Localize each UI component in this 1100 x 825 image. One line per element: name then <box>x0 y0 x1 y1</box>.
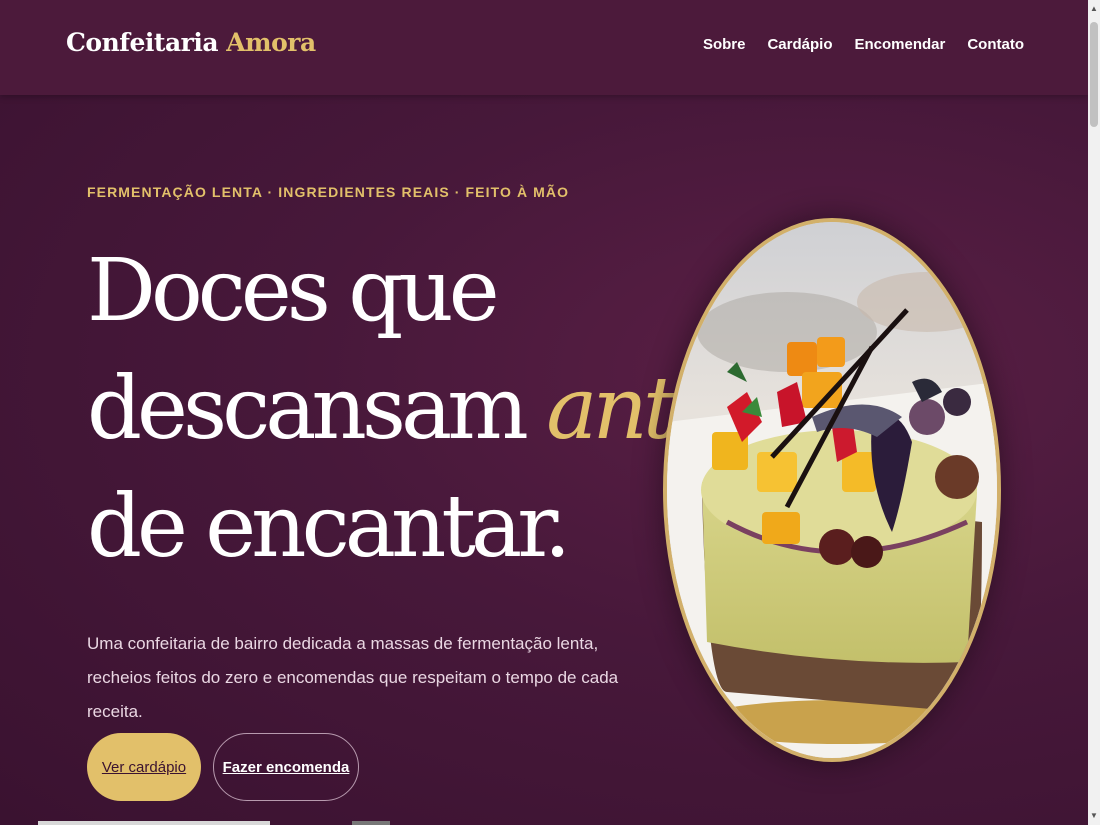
vertical-scrollbar[interactable]: ▲ ▼ <box>1088 0 1100 825</box>
nav-link-cardapio[interactable]: Cardápio <box>767 36 832 53</box>
scrollbar-thumb[interactable] <box>1090 22 1098 127</box>
navbar: Confeitaria Amora Sobre Cardápio Encomen… <box>0 0 1088 95</box>
nav-link-encomendar[interactable]: Encomendar <box>854 36 945 53</box>
hero-cake-image <box>663 218 1001 762</box>
brand-logo[interactable]: Confeitaria Amora <box>66 28 316 57</box>
cake-illustration <box>667 222 997 758</box>
headline-line-3: de encantar. <box>87 477 571 577</box>
next-section-preview <box>38 821 270 825</box>
next-section-preview-2 <box>352 821 390 825</box>
headline-line-1: Doces que <box>87 241 500 341</box>
scroll-down-icon[interactable]: ▼ <box>1088 809 1100 823</box>
brand-name: Confeitaria <box>66 28 219 57</box>
menu-button[interactable]: Ver cardápio <box>87 733 201 801</box>
hero-lead: Uma confeitaria de bairro dedicada a mas… <box>87 634 619 721</box>
nav-link-sobre[interactable]: Sobre <box>703 36 746 53</box>
main-nav: Sobre Cardápio Encomendar Contato <box>703 36 1024 53</box>
nav-link-contato[interactable]: Contato <box>967 36 1024 53</box>
page: Confeitaria Amora Sobre Cardápio Encomen… <box>0 0 1088 825</box>
hero-eyebrow: FERMENTAÇÃO LENTA · INGREDIENTES REAIS ·… <box>87 184 570 200</box>
order-button[interactable]: Fazer encomenda <box>213 733 359 801</box>
brand-accent: Amora <box>226 28 316 57</box>
headline-line-2: descansam <box>87 359 547 459</box>
scroll-up-icon[interactable]: ▲ <box>1088 2 1100 16</box>
